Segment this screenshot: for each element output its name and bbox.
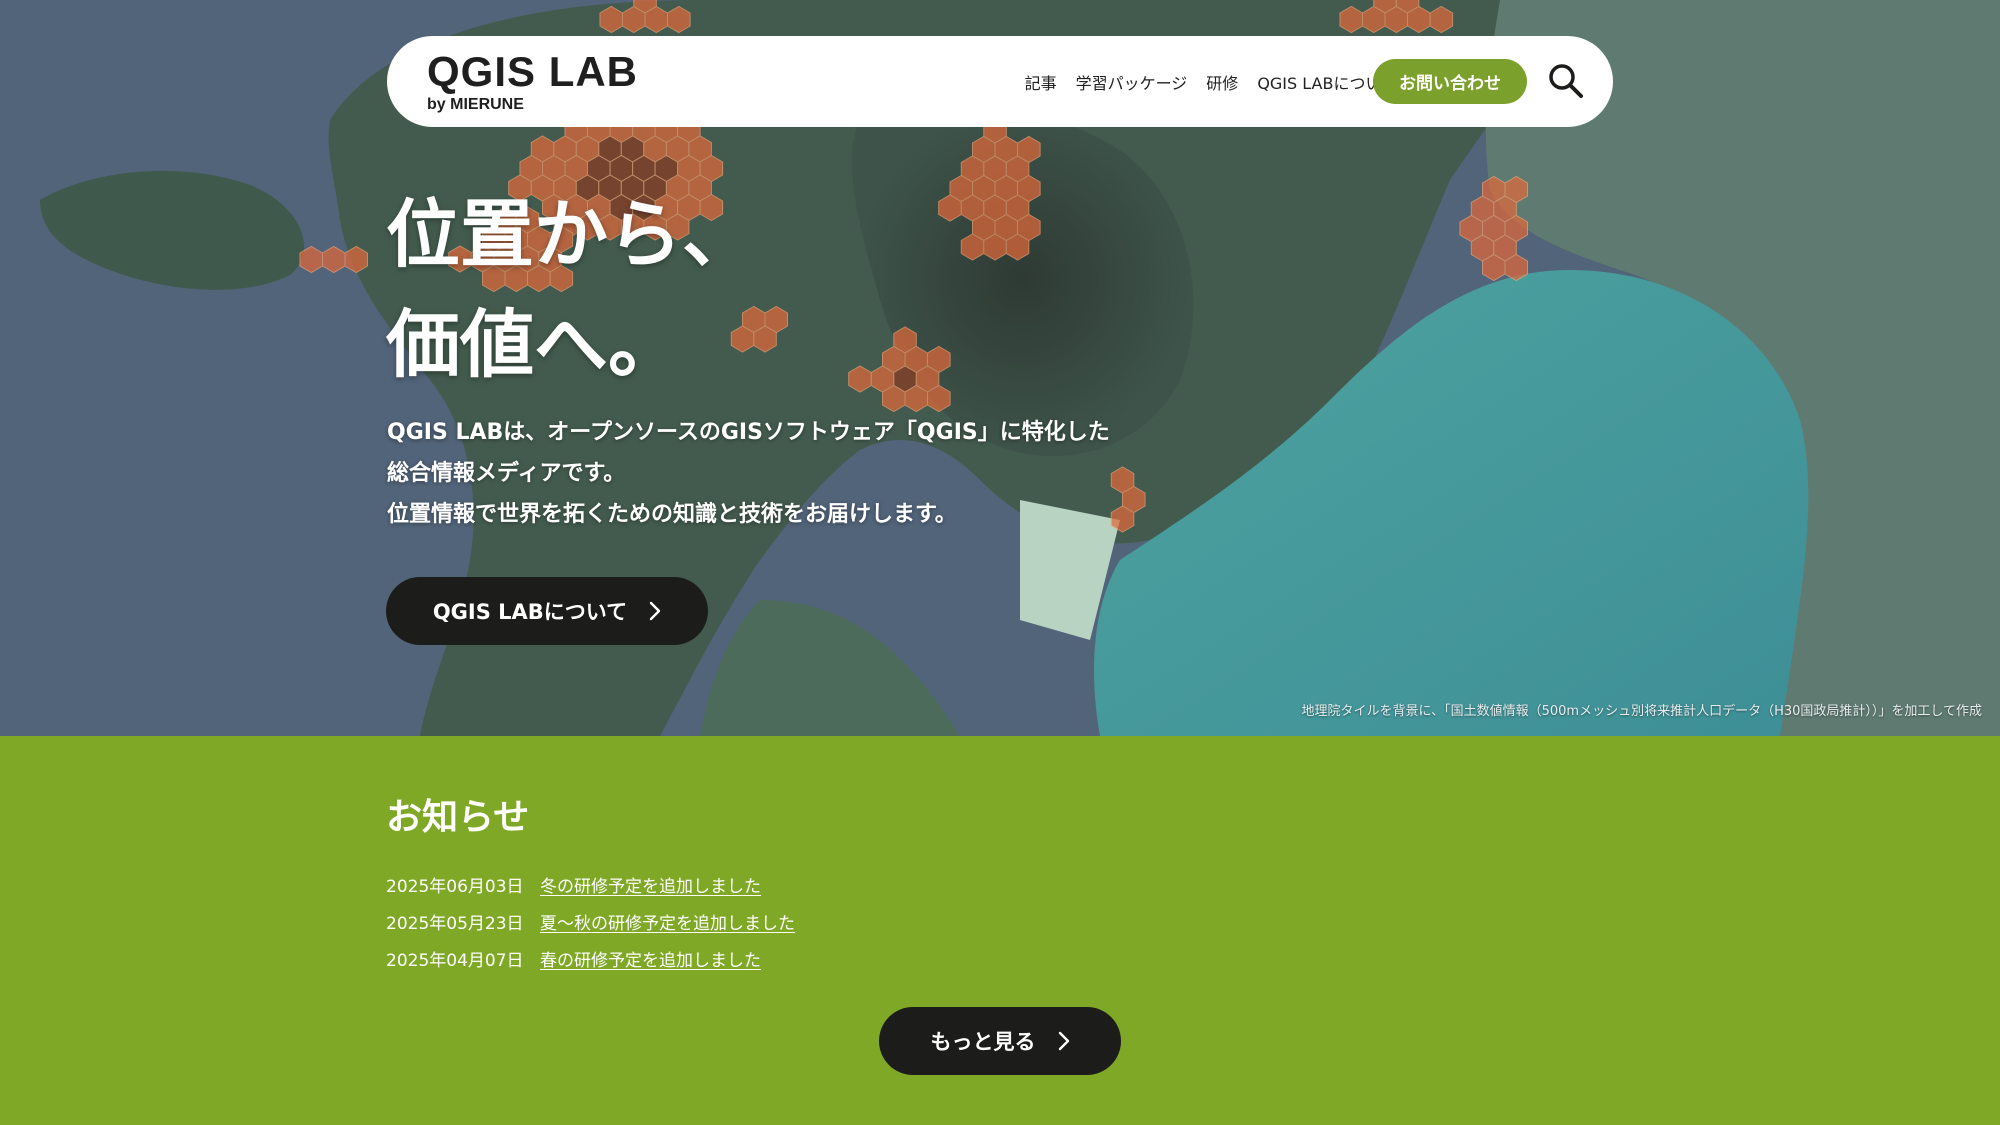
nav-link-learning-packages[interactable]: 学習パッケージ: [1076, 70, 1188, 94]
hero-description-line: 位置情報で世界を拓くための知識と技術をお届けします。: [387, 502, 957, 527]
main-nav: 記事 学習パッケージ 研修 QGIS LABについて: [1025, 36, 1397, 127]
hero-title: 位置から、 価値へ。: [386, 180, 756, 400]
site-logo[interactable]: QGIS LAB by MIERUNE: [427, 50, 638, 114]
news-item: 2025年06月03日 冬の研修予定を追加しました: [386, 866, 795, 903]
more-button-label: もっと見る: [930, 1030, 1036, 1054]
hero-description-line: QGIS LABは、オープンソースのGISソフトウェア「QGIS」に特化した: [387, 420, 1110, 445]
hero-title-line: 位置から、: [386, 192, 756, 278]
more-button[interactable]: もっと見る: [879, 1007, 1121, 1075]
news-heading: お知らせ: [386, 797, 530, 838]
hero-description: QGIS LABは、オープンソースのGISソフトウェア「QGIS」に特化した 総…: [387, 412, 1110, 535]
chevron-right-icon: [1058, 1031, 1069, 1051]
hero-description-line: 総合情報メディアです。: [387, 461, 626, 486]
news-item: 2025年05月23日 夏〜秋の研修予定を追加しました: [386, 903, 795, 940]
contact-button[interactable]: お問い合わせ: [1373, 59, 1527, 104]
map-credit: 地理院タイルを背景に、「国土数値情報（500mメッシュ別将来推計人口データ（H3…: [1301, 704, 1982, 719]
about-button-label: QGIS LABについて: [432, 600, 628, 624]
news-date: 2025年04月07日: [386, 951, 524, 971]
news-date: 2025年05月23日: [386, 914, 524, 934]
news-list: 2025年06月03日 冬の研修予定を追加しました 2025年05月23日 夏〜…: [386, 866, 795, 977]
nav-link-articles[interactable]: 記事: [1025, 70, 1057, 94]
hero-title-line: 価値へ。: [386, 302, 682, 388]
about-button[interactable]: QGIS LABについて: [386, 577, 708, 645]
news-date: 2025年06月03日: [386, 877, 524, 897]
search-button[interactable]: [1545, 60, 1587, 102]
news-link[interactable]: 夏〜秋の研修予定を追加しました: [540, 909, 795, 934]
logo-subtitle: by MIERUNE: [427, 96, 524, 113]
news-link[interactable]: 春の研修予定を追加しました: [540, 946, 761, 971]
logo-title: QGIS LAB: [427, 48, 639, 95]
search-icon: [1549, 64, 1583, 98]
nav-link-training[interactable]: 研修: [1206, 70, 1238, 94]
site-header: QGIS LAB by MIERUNE 記事 学習パッケージ 研修 QGIS L…: [387, 36, 1613, 127]
news-item: 2025年04月07日 春の研修予定を追加しました: [386, 940, 795, 977]
news-link[interactable]: 冬の研修予定を追加しました: [540, 872, 761, 897]
chevron-right-icon: [649, 601, 661, 621]
